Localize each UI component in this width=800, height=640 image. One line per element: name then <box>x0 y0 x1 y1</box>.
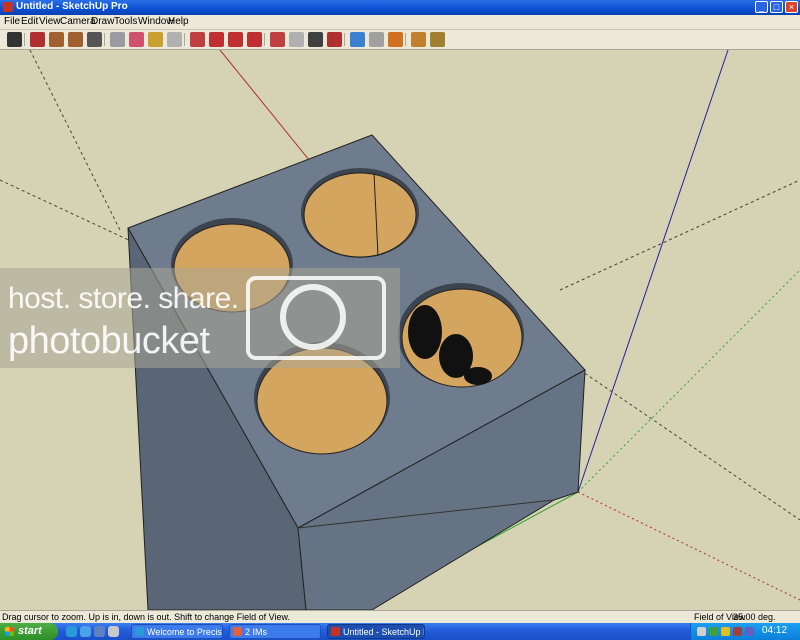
arc-tool-icon[interactable] <box>87 32 102 47</box>
rectangle-tool-icon[interactable] <box>49 32 64 47</box>
tray-icon-3[interactable] <box>721 627 730 636</box>
show-desktop-icon[interactable] <box>94 626 105 637</box>
toolbar-separator <box>24 33 25 46</box>
maximize-button[interactable]: □ <box>770 1 783 13</box>
task-label: Untitled - SketchUp Pro <box>343 627 424 637</box>
tray-icon-5[interactable] <box>745 627 754 636</box>
get-current-view-tool-icon[interactable] <box>411 32 426 47</box>
start-button[interactable]: start <box>0 623 58 640</box>
menu-view[interactable]: View <box>39 16 61 27</box>
task-label: Welcome to Precision ... <box>147 627 222 637</box>
task-button-ims[interactable]: 2 IMs <box>229 624 321 639</box>
menu-edit[interactable]: Edit <box>21 16 38 27</box>
toggle-terrain-tool-icon[interactable] <box>430 32 445 47</box>
inner-tube-3 <box>464 367 492 385</box>
ie-quicklaunch-icon[interactable] <box>66 626 77 637</box>
window-title: Untitled - SketchUp Pro <box>16 1 128 12</box>
offset-tool-icon[interactable] <box>247 32 262 47</box>
sketchup-app-icon[interactable] <box>3 2 13 12</box>
inner-tube-1 <box>408 305 442 359</box>
task-label: 2 IMs <box>245 627 268 637</box>
guide-line-3 <box>559 179 800 291</box>
zoom-extents-tool-icon[interactable] <box>327 32 342 47</box>
menu-draw[interactable]: Draw <box>91 16 114 27</box>
orbit-tool-icon[interactable] <box>270 32 285 47</box>
im-icon <box>233 627 242 636</box>
rotate-tool-icon[interactable] <box>228 32 243 47</box>
status-hint: Drag cursor to zoom. Up is in, down is o… <box>2 612 290 622</box>
taskbar: start Welcome to Precision ... 2 IMs Unt… <box>0 623 800 640</box>
select-tool-icon[interactable] <box>7 32 22 47</box>
make-component-tool-icon[interactable] <box>110 32 125 47</box>
push-pull-tool-icon[interactable] <box>190 32 205 47</box>
menu-bar: File Edit View Camera Draw Tools Window … <box>0 15 800 30</box>
watermark-tagline: host. store. share. <box>8 282 239 315</box>
move-tool-icon[interactable] <box>209 32 224 47</box>
menu-help[interactable]: Help <box>168 16 189 27</box>
title-bar: Untitled - SketchUp Pro _ □ × <box>0 0 800 15</box>
toolbar <box>0 30 800 50</box>
green-axis-negative <box>577 269 800 493</box>
toolbar-separator <box>344 33 345 46</box>
pan-tool-icon[interactable] <box>289 32 304 47</box>
pencil-tool-icon[interactable] <box>30 32 45 47</box>
photobucket-watermark: host. store. share. photobucket <box>0 268 400 368</box>
tray-icon-2[interactable] <box>709 627 718 636</box>
toolbar-separator <box>264 33 265 46</box>
outlook-quicklaunch-icon[interactable] <box>80 626 91 637</box>
toolbar-separator <box>405 33 406 46</box>
media-player-icon[interactable] <box>108 626 119 637</box>
clock[interactable]: 04:12 <box>762 625 787 636</box>
minimize-button[interactable]: _ <box>755 1 768 13</box>
close-button[interactable]: × <box>785 1 798 13</box>
eraser-tool-icon[interactable] <box>129 32 144 47</box>
menu-tools[interactable]: Tools <box>114 16 137 27</box>
tray-icon-1[interactable] <box>697 627 706 636</box>
watermark-brand: photobucket <box>8 320 210 362</box>
vcb-input[interactable]: 35.00 deg. <box>733 612 776 622</box>
photobucket-logo-icon <box>246 276 386 360</box>
toolbar-separator <box>184 33 185 46</box>
google-earth-tool-icon[interactable] <box>388 32 403 47</box>
tape-measure-tool-icon[interactable] <box>148 32 163 47</box>
red-axis-negative <box>577 491 800 601</box>
paint-bucket-tool-icon[interactable] <box>167 32 182 47</box>
get-models-tool-icon[interactable] <box>350 32 365 47</box>
task-button-browser[interactable]: Welcome to Precision ... <box>131 624 223 639</box>
share-model-tool-icon[interactable] <box>369 32 384 47</box>
browser-icon <box>135 627 144 636</box>
tray-icon-4[interactable] <box>733 627 742 636</box>
circle-tool-icon[interactable] <box>68 32 83 47</box>
task-button-sketchup[interactable]: Untitled - SketchUp Pro <box>327 624 425 639</box>
menu-file[interactable]: File <box>4 16 20 27</box>
guide-line-4 <box>579 369 800 521</box>
windows-flag-icon <box>5 627 14 636</box>
sketchup-icon <box>331 627 340 636</box>
guide-line-1 <box>29 50 121 231</box>
status-bar: Drag cursor to zoom. Up is in, down is o… <box>0 610 800 624</box>
guide-line-2 <box>0 179 151 251</box>
wood-port-1 <box>303 172 417 258</box>
toolbar-separator <box>104 33 105 46</box>
start-label: start <box>18 625 42 637</box>
zoom-tool-icon[interactable] <box>308 32 323 47</box>
